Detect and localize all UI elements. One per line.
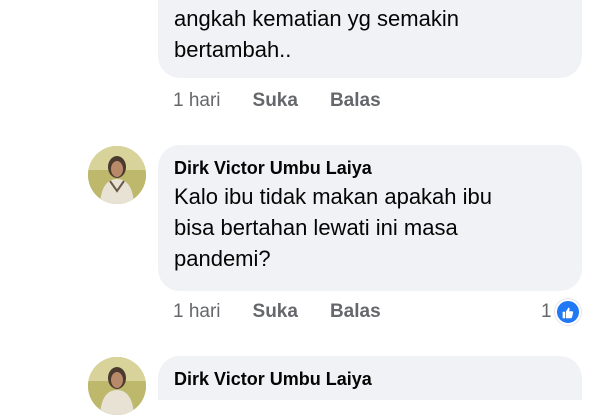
comment-bubble: angkah kematian yg semakin bertambah.. bbox=[158, 0, 582, 78]
reaction-summary[interactable]: 1 bbox=[541, 299, 581, 325]
comment-actions: 1 hari Suka Balas bbox=[173, 90, 413, 112]
avatar[interactable] bbox=[88, 146, 146, 204]
comment-bubble: Dirk Victor Umbu Laiya bbox=[158, 356, 582, 400]
comment-text-line: bertambah.. bbox=[174, 37, 292, 62]
comment-actions: 1 hari Suka Balas bbox=[173, 301, 413, 323]
comment-text-line: angkah kematian yg semakin bbox=[174, 6, 459, 31]
like-thumb-icon bbox=[554, 299, 581, 325]
reply-button[interactable]: Balas bbox=[330, 301, 381, 323]
comment-text-line: pandemi? bbox=[174, 246, 271, 271]
user-photo-icon bbox=[88, 357, 146, 415]
comment-author-name[interactable]: Dirk Victor Umbu Laiya bbox=[174, 368, 566, 390]
user-photo-icon bbox=[88, 146, 146, 204]
comment-timestamp[interactable]: 1 hari bbox=[173, 90, 221, 112]
like-button[interactable]: Suka bbox=[253, 301, 298, 323]
comment-timestamp[interactable]: 1 hari bbox=[173, 301, 221, 323]
comment-bubble: Dirk Victor Umbu Laiya Kalo ibu tidak ma… bbox=[158, 145, 582, 291]
like-button[interactable]: Suka bbox=[253, 90, 298, 112]
comment-text-line: bisa bertahan lewati ini masa bbox=[174, 215, 458, 240]
reply-button[interactable]: Balas bbox=[330, 90, 381, 112]
comment-text-line: Kalo ibu tidak makan apakah ibu bbox=[174, 184, 492, 209]
avatar[interactable] bbox=[88, 357, 146, 415]
comment-author-name[interactable]: Dirk Victor Umbu Laiya bbox=[174, 157, 566, 179]
reaction-count: 1 bbox=[541, 301, 552, 322]
